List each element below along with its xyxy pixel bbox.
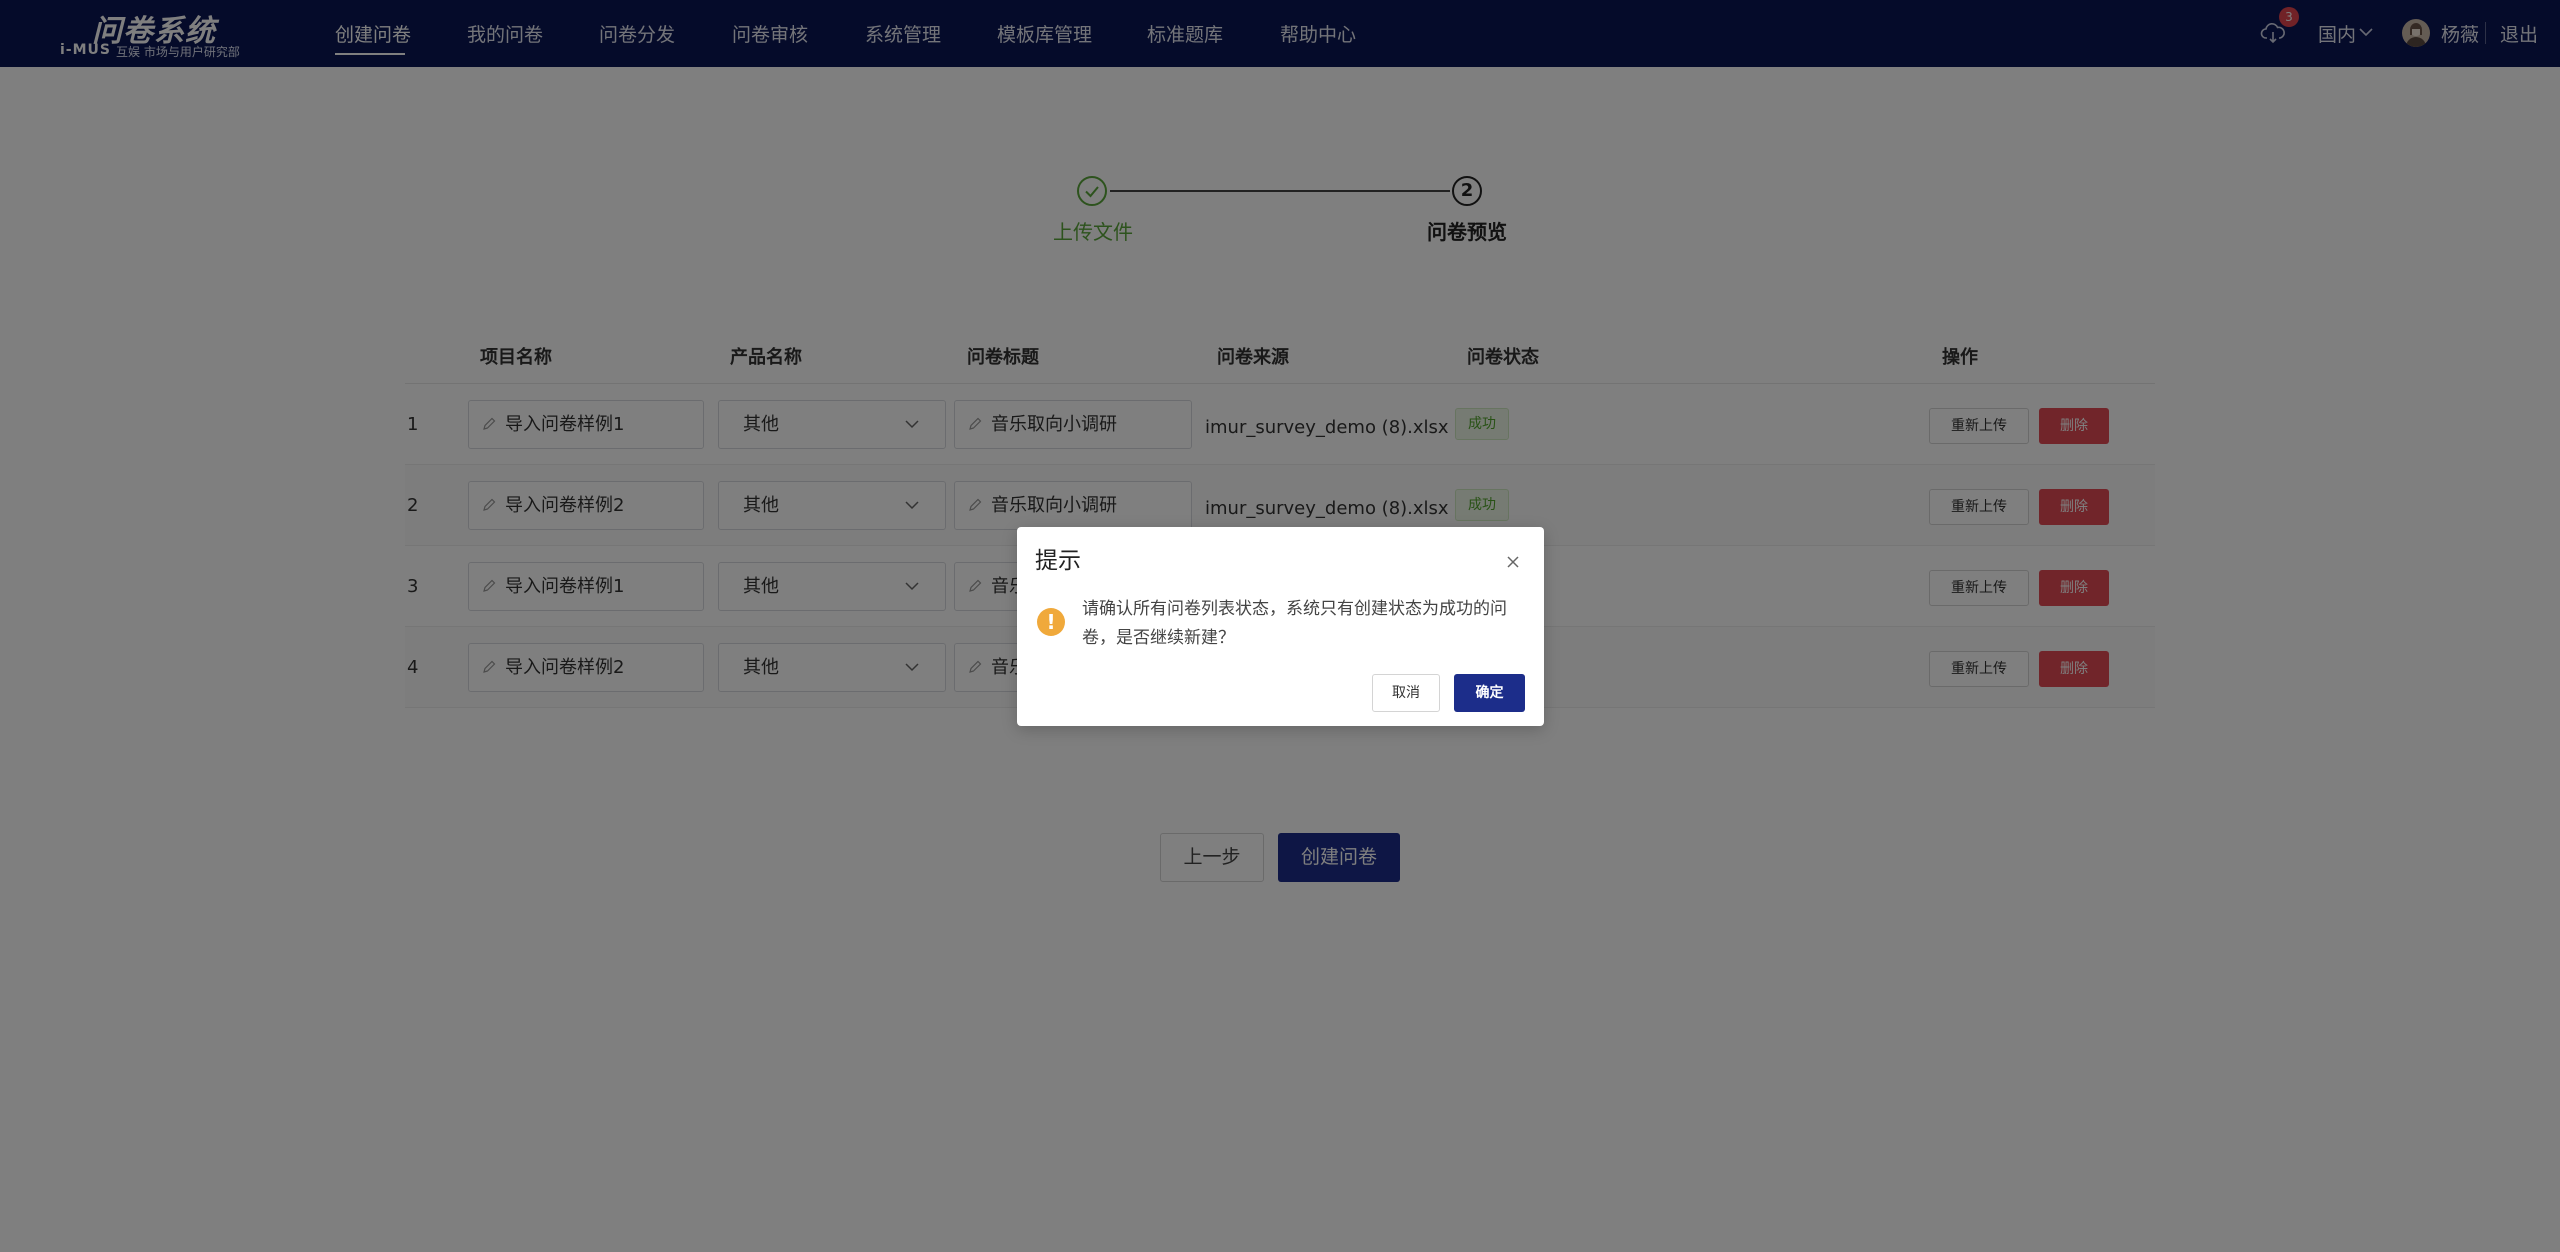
close-icon[interactable] (1505, 554, 1521, 570)
cancel-button[interactable]: 取消 (1372, 674, 1440, 712)
confirm-dialog: 提示 ! 请确认所有问卷列表状态，系统只有创建状态为成功的问卷，是否继续新建？ … (1017, 527, 1544, 726)
dialog-title: 提示 (1035, 548, 1081, 574)
confirm-button[interactable]: 确定 (1454, 674, 1525, 712)
dialog-message: 请确认所有问卷列表状态，系统只有创建状态为成功的问卷，是否继续新建？ (1082, 599, 1507, 648)
exclamation-icon: ! (1037, 608, 1065, 636)
